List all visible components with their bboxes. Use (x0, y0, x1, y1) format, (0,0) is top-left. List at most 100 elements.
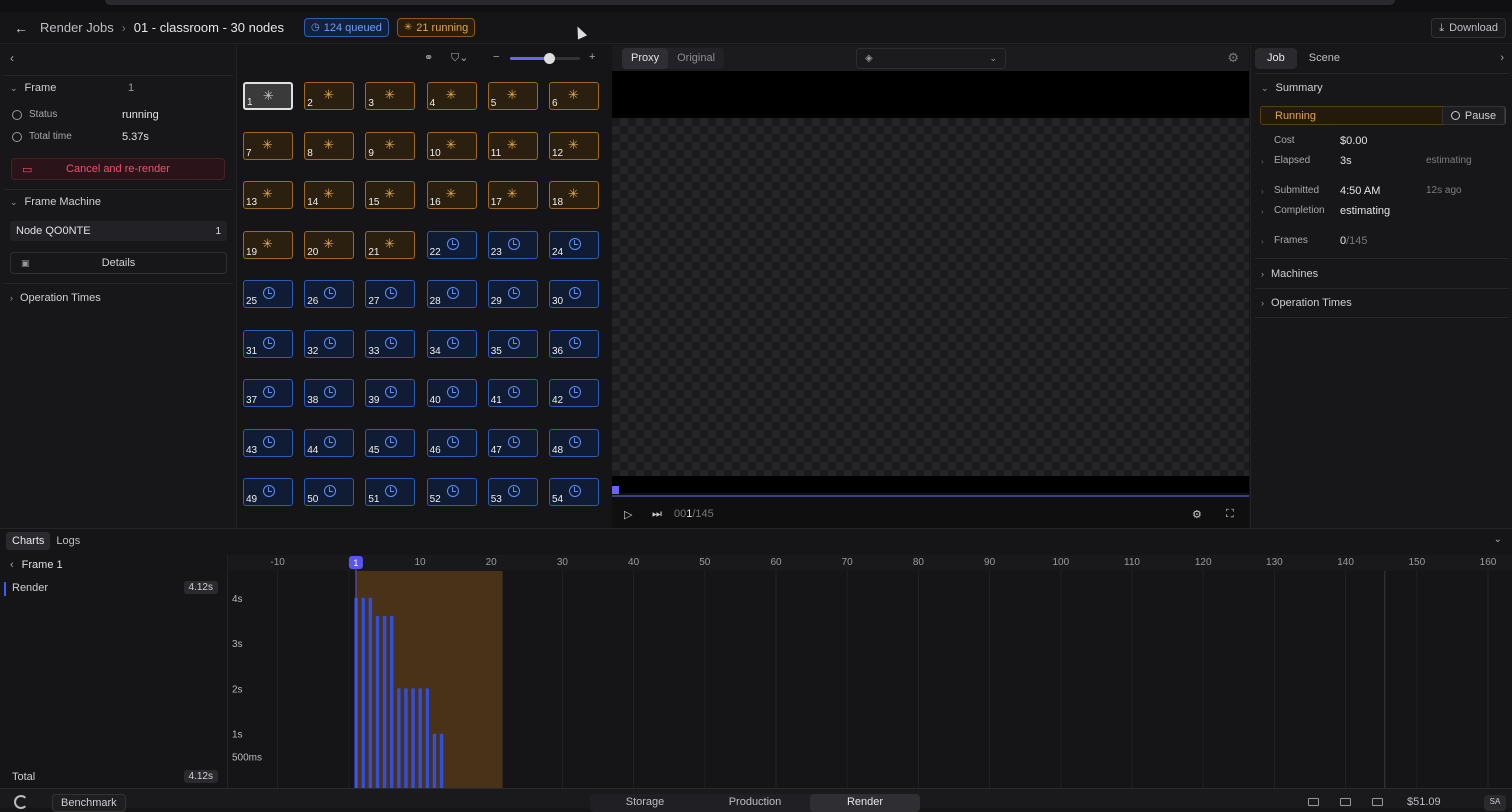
settings-gear-icon[interactable]: ⚙ (1192, 508, 1202, 521)
frame-tile[interactable]: ✳ 21 (365, 230, 416, 259)
frame-tile[interactable]: ✳ 13 (243, 181, 293, 209)
frame-tile[interactable]: 50 (304, 478, 355, 506)
frame-tile[interactable]: ✳ 10 (426, 131, 477, 160)
nav-storage[interactable]: Storage (590, 794, 700, 812)
frame-tile[interactable]: 37 (243, 379, 293, 407)
frame-tile[interactable]: 32 (304, 329, 355, 358)
tab-charts[interactable]: Charts (6, 532, 51, 550)
frame-tile[interactable]: 49 (243, 478, 293, 506)
app-logo-icon[interactable] (14, 795, 28, 809)
frame-tile[interactable]: 28 (426, 280, 477, 308)
layer-select[interactable]: ◈ ⌄ (856, 48, 1006, 69)
frame-tile[interactable]: 33 (365, 329, 416, 358)
render-series-row[interactable]: Render 4.12s (4, 581, 218, 596)
tab-proxy[interactable]: Proxy (622, 48, 669, 69)
frame-section-header[interactable]: ⌄ Frame 1 (10, 82, 134, 94)
back-chevron-icon[interactable]: ‹ (10, 559, 14, 571)
tab-scene[interactable]: Scene (1297, 48, 1352, 69)
tab-original[interactable]: Original (668, 48, 724, 69)
details-button[interactable]: ▣ Details (10, 252, 227, 274)
frame-tile[interactable]: ✳ 18 (548, 181, 599, 209)
cancel-rerender-button[interactable]: ▭ Cancel and re-render (11, 158, 225, 180)
frame-tile[interactable]: ✳ 20 (304, 230, 355, 259)
zoom-slider[interactable] (510, 53, 580, 64)
breadcrumb-render-jobs[interactable]: Render Jobs (40, 20, 114, 35)
frame-tile[interactable]: 47 (487, 428, 538, 457)
playback-timeline[interactable] (612, 495, 1249, 497)
nav-production[interactable]: Production (700, 794, 810, 812)
frame-tile[interactable]: 35 (487, 329, 538, 358)
frame-tile[interactable]: ✳ 8 (304, 131, 355, 160)
frame-tile[interactable]: ✳ 1 (243, 82, 293, 110)
frame-tile[interactable]: 44 (304, 428, 355, 457)
project-selector[interactable]: Benchmark (52, 794, 126, 812)
frame-tile[interactable]: ✳ 11 (487, 131, 538, 160)
zoom-slider-knob[interactable] (543, 53, 555, 64)
tab-logs[interactable]: Logs (50, 532, 86, 550)
frame-tile[interactable]: ✳ 6 (548, 82, 599, 110)
frame-tile[interactable]: 23 (487, 230, 538, 259)
frame-tile[interactable]: 43 (243, 428, 293, 457)
frame-tile[interactable]: 51 (365, 478, 416, 506)
frame-tile[interactable]: ✳ 7 (243, 131, 293, 160)
frame-tile[interactable]: ✳ 15 (365, 181, 416, 209)
operation-times-section-header[interactable]: › Operation Times (1261, 297, 1352, 309)
frame-tile[interactable]: ✳ 2 (304, 82, 355, 110)
window-icon[interactable] (1372, 798, 1383, 806)
frame-tile[interactable]: ✳ 19 (243, 230, 293, 259)
frame-tile[interactable]: 34 (426, 329, 477, 358)
tab-job[interactable]: Job (1255, 48, 1297, 69)
frame-tile[interactable]: 29 (487, 280, 538, 308)
frame-tile[interactable]: ✳ 16 (426, 181, 477, 209)
pause-button[interactable]: Pause (1442, 106, 1505, 125)
summary-section-header[interactable]: ⌄ Summary (1261, 82, 1323, 94)
frame-tile[interactable]: 26 (304, 280, 355, 308)
frame-tile[interactable]: 54 (548, 478, 599, 506)
back-arrow-icon[interactable]: ← (14, 20, 28, 36)
running-badge[interactable]: ✳ 21 running (396, 18, 476, 37)
nav-render[interactable]: Render (810, 794, 920, 812)
frame-tile[interactable]: 40 (426, 379, 477, 407)
frame-machine-section-header[interactable]: ⌄ Frame Machine (10, 196, 101, 208)
play-icon[interactable]: ▷ (624, 508, 632, 521)
preview-settings-icon[interactable]: ⚙ (1227, 50, 1239, 66)
operation-times-section-header[interactable]: › Operation Times (10, 292, 101, 304)
frame-tile[interactable]: 36 (548, 329, 599, 358)
frame-tile[interactable]: ✳ 5 (487, 82, 538, 110)
zoom-out-icon[interactable]: − (493, 51, 499, 63)
frame-tile[interactable]: 38 (304, 379, 355, 407)
frame-tile[interactable]: 48 (548, 428, 599, 457)
frame-tile[interactable]: ✳ 9 (365, 131, 416, 160)
frame-tile[interactable]: 46 (426, 428, 477, 457)
panel-icon[interactable] (1340, 798, 1351, 806)
frame-tile[interactable]: 24 (548, 230, 599, 259)
frame-tile[interactable]: ✳ 12 (548, 131, 599, 160)
frame-tile[interactable]: 39 (365, 379, 416, 407)
frame-tile[interactable]: ✳ 3 (365, 82, 416, 110)
frame-tile[interactable]: ✳ 4 (426, 82, 477, 110)
collapse-right-icon[interactable]: › (1500, 52, 1504, 64)
link-icon[interactable]: ⚭ (424, 51, 433, 64)
frame-title-row[interactable]: ‹ Frame 1 (10, 559, 63, 571)
zoom-in-icon[interactable]: + (589, 51, 595, 63)
frame-tile[interactable]: 30 (548, 280, 599, 308)
frame-tile[interactable]: 53 (487, 478, 538, 506)
user-avatar[interactable]: SA (1484, 795, 1506, 811)
frame-tile[interactable]: 52 (426, 478, 477, 506)
frame-tile[interactable]: ✳ 17 (487, 181, 538, 209)
playhead[interactable] (612, 486, 619, 494)
machines-section-header[interactable]: › Machines (1261, 268, 1318, 280)
credit-balance[interactable]: $51.09 (1407, 796, 1441, 808)
collapse-left-icon[interactable]: ‹ (10, 51, 14, 65)
frame-tile[interactable]: 25 (243, 280, 293, 308)
frame-tile[interactable]: 27 (365, 280, 416, 308)
frame-tile[interactable]: ✳ 14 (304, 181, 355, 209)
filter-icon[interactable]: ⛉⌄ (451, 51, 468, 65)
fullscreen-icon[interactable]: ⛶ (1226, 508, 1234, 521)
download-button[interactable]: ⤓ Download (1431, 18, 1506, 38)
frame-tile[interactable]: 45 (365, 428, 416, 457)
queued-badge[interactable]: ◷ 124 queued (304, 18, 389, 37)
collapse-bottom-icon[interactable]: ⌄ (1494, 534, 1502, 545)
next-frame-icon[interactable]: ⏭ (652, 508, 662, 521)
frame-tile[interactable]: 41 (487, 379, 538, 407)
